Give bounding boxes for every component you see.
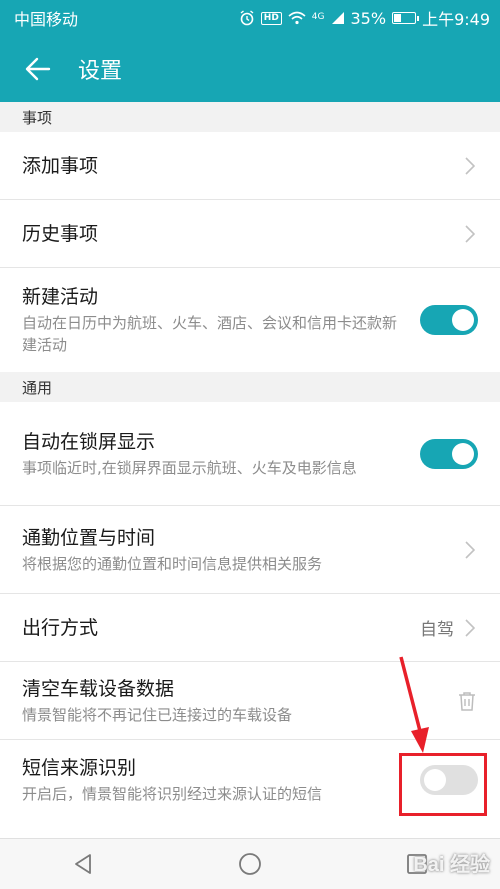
toggle-knob [424,769,446,791]
row-title: 清空车载设备数据 [22,677,175,700]
toggle-knob [452,309,474,331]
back-button[interactable] [16,47,60,91]
page-title: 设置 [78,59,123,84]
battery-icon [392,12,420,24]
app-bar: 设置 [0,36,500,102]
alarm-icon [239,10,255,26]
wifi-icon [288,11,306,25]
trash-icon[interactable] [456,690,478,712]
clear-car-data-row: 清空车载设备数据 情景智能将不再记住已连接过的车载设备 [0,662,500,740]
row-subtitle: 自动在日历中为航班、火车、酒店、会议和信用卡还款新建活动 [22,314,398,354]
row-title: 新建活动 [22,286,99,308]
commute-row[interactable]: 通勤位置与时间 将根据您的通勤位置和时间信息提供相关服务 [0,506,500,594]
status-bar: 中国移动 HD 4G 35% 上午9:49 [0,0,500,36]
carrier-label: 中国移动 [14,10,79,29]
nav-home-button[interactable] [230,844,270,884]
chevron-right-icon [462,155,478,177]
travel-mode-value: 自驾 [420,620,454,640]
add-event-row[interactable]: 添加事项 [0,132,500,200]
toggle-knob [452,442,474,465]
row-subtitle: 事项临近时,在锁屏界面显示航班、火车及电影信息 [22,458,357,477]
watermark-logo: Bai 经验 [413,854,490,876]
lockscreen-row: 自动在锁屏显示 事项临近时,在锁屏界面显示航班、火车及电影信息 [0,402,500,506]
new-activity-row: 新建活动 自动在日历中为航班、火车、酒店、会议和信用卡还款新建活动 [0,268,500,372]
nav-back-button[interactable] [63,844,103,884]
hd-badge: HD [260,11,282,25]
travel-mode-row[interactable]: 出行方式 自驾 [0,594,500,662]
battery-percent: 35% [350,8,387,28]
settings-list: 事项 添加事项 历史事项 新建活动 自动在日历中为航班、火车、酒店、会议和信用卡… [0,102,500,838]
row-title: 历史事项 [22,222,99,245]
row-title: 短信来源识别 [22,757,137,779]
row-title: 自动在锁屏显示 [22,430,156,453]
section-header-events: 事项 [0,102,500,132]
chevron-right-icon [462,539,478,561]
row-subtitle: 情景智能将不再记住已连接过的车载设备 [22,705,293,724]
section-header-general: 通用 [0,372,500,402]
row-title: 添加事项 [22,154,99,177]
status-icons: HD 4G 35% 上午9:49 [239,6,490,30]
new-activity-toggle[interactable] [420,305,478,335]
sms-source-toggle[interactable] [420,765,478,795]
clock: 上午9:49 [422,10,490,29]
chevron-right-icon [462,223,478,245]
sms-source-row: 短信来源识别 开启后，情景智能将识别经过来源认证的短信 [0,740,500,820]
row-subtitle: 将根据您的通勤位置和时间信息提供相关服务 [22,554,323,573]
row-subtitle: 开启后，情景智能将识别经过来源认证的短信 [22,785,323,803]
circle-home-icon [239,853,261,875]
row-title: 通勤位置与时间 [22,526,156,549]
arrow-left-icon [25,57,51,81]
signal-icon [331,11,345,25]
row-title: 出行方式 [22,616,99,639]
lockscreen-toggle[interactable] [420,438,478,469]
history-event-row[interactable]: 历史事项 [0,200,500,268]
network-type: 4G [311,12,325,22]
triangle-back-icon [75,854,92,874]
chevron-right-icon [462,617,478,639]
